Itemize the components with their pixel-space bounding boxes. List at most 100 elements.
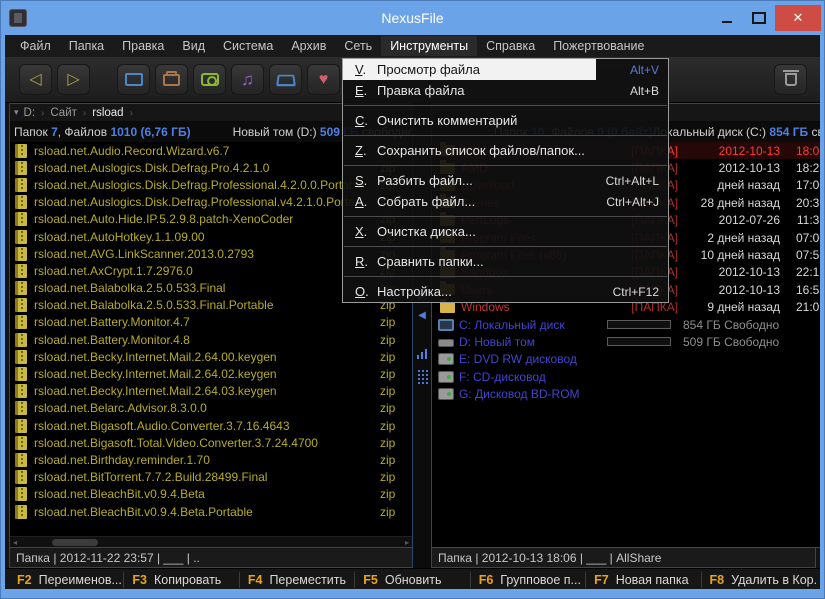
back-button[interactable]: ◁ [19,64,52,95]
menu-item-x[interactable]: X. Очистка диска... [343,221,668,242]
breadcrumb-item[interactable]: D: [24,107,36,119]
file-row[interactable]: rsload.net.Becky.Internet.Mail.2.64.03.k… [10,383,412,400]
zip-file-icon [15,212,27,227]
menu-item-label: C. Очистить комментарий [355,113,518,128]
menubar-item-система[interactable]: Система [214,36,282,56]
splitter-chart-icon[interactable] [417,349,427,359]
breadcrumb-item[interactable]: rsload [92,107,123,119]
menu-item-c[interactable]: C. Очистить комментарий [343,110,668,131]
file-name: rsload.net.Auslogics.Disk.Defrag.Profess… [34,177,365,192]
breadcrumb-separator: › [82,107,87,119]
menubar-item-папка[interactable]: Папка [60,36,113,56]
menubar-item-сеть[interactable]: Сеть [335,36,381,56]
folder-date: 10 дней назад [700,248,781,263]
drive-free-space: 854 ГБ Свободно [683,317,780,332]
file-row[interactable]: rsload.net.Becky.Internet.Mail.2.64.00.k… [10,348,412,365]
drive-row[interactable]: C: Локальный диск 854 ГБ Свободно [432,316,820,333]
drive-case-icon [275,74,296,86]
menu-item-o[interactable]: O. Настройка... Ctrl+F12 [343,281,668,302]
disc-icon [438,388,454,401]
favorites-button[interactable]: ♥ [307,64,340,95]
drive-label: G: Дисковод BD-ROM [459,387,580,402]
drive-case-button[interactable] [269,64,302,95]
menubar-item-архив[interactable]: Архив [282,36,335,56]
minimize-button[interactable] [711,5,743,31]
file-ext: zip [380,435,396,450]
menu-separator [344,131,667,136]
file-row[interactable]: rsload.net.Becky.Internet.Mail.2.64.02.k… [10,365,412,382]
fkey-f8[interactable]: F8 Удалить в Кор... [700,572,816,588]
fkey-f6[interactable]: F6 Групповое п... [469,572,585,588]
menu-item-a[interactable]: A. Собрать файл... Ctrl+Alt+J [343,191,668,212]
menubar-item-справка[interactable]: Справка [477,36,544,56]
fkey-f5[interactable]: F5 Обновить [354,572,469,588]
scroll-right-icon[interactable]: ▸ [402,537,412,547]
file-name: rsload.net.AutoHotkey.1.1.09.00 [34,229,205,244]
pictures-button[interactable] [193,64,226,95]
info-segment: , Файлов [57,125,111,139]
drive-row[interactable]: F: CD-дисковод [432,368,820,385]
splitter-grip-icon[interactable] [416,369,428,384]
folders-button[interactable] [155,64,188,95]
menu-item-r[interactable]: R. Сравнить папки... [343,251,668,272]
file-name: rsload.net.Becky.Internet.Mail.2.64.00.k… [34,349,277,364]
folder-time: 22:18 [796,265,820,280]
menu-item-e[interactable]: E. Правка файла Alt+B [343,80,668,101]
menu-item-shortcut: Alt+V [629,62,659,77]
menubar-item-правка[interactable]: Правка [113,36,173,56]
fkey-f2[interactable]: F2 Переименов... [9,572,123,588]
back-icon: ◁ [29,70,42,88]
fkey-key: F4 [247,573,263,587]
menubar-item-вид[interactable]: Вид [173,36,214,56]
file-row[interactable]: rsload.net.Birthday.reminder.1.70 zip [10,451,412,468]
menu-item-label: E. Правка файла [355,83,465,98]
info-segment: Новый том (D:) [232,125,320,139]
menu-separator [344,272,667,277]
fkey-f7[interactable]: F7 Новая папка [585,572,700,588]
file-row[interactable]: rsload.net.Belarc.Advisor.8.3.0.0 zip [10,400,412,417]
window-title: NexusFile [381,10,444,26]
fkey-f3[interactable]: F3 Копировать [123,572,238,588]
file-row[interactable]: rsload.net.BleachBit.v0.9.4.Beta zip [10,486,412,503]
drive-row[interactable]: G: Дисковод BD-ROM [432,385,820,402]
chevron-down-icon[interactable]: ▾ [14,107,19,118]
zip-file-icon [15,143,27,158]
menu-item-v[interactable]: V. Просмотр файла Alt+V [343,59,668,80]
drive-row[interactable]: D: Новый том 509 ГБ Свободно [432,333,820,350]
scroll-left-icon[interactable]: ◂ [10,537,20,547]
zip-file-icon [15,263,27,278]
menubar-item-инструменты[interactable]: Инструменты [381,36,478,56]
file-row[interactable]: rsload.net.Bigasoft.Total.Video.Converte… [10,434,412,451]
close-button[interactable]: ✕ [775,5,821,31]
file-row[interactable]: rsload.net.Battery.Monitor.4.8 zip [10,331,412,348]
menu-item-key: O. [355,284,369,299]
drive-row[interactable]: E: DVD RW дисковод [432,351,820,368]
maximize-button[interactable] [743,5,775,31]
trash-button[interactable] [774,64,807,95]
file-row[interactable]: rsload.net.Battery.Monitor.4.7 zip [10,314,412,331]
zip-file-icon [15,349,27,364]
zip-file-icon [15,452,27,467]
fkey-f4[interactable]: F4 Переместить [238,572,354,588]
file-row[interactable]: rsload.net.BleachBit.v0.9.4.Beta.Portabl… [10,503,412,520]
splitter-left-icon[interactable]: ◀ [418,310,426,321]
file-row[interactable]: rsload.net.Bigasoft.Audio.Converter.3.7.… [10,417,412,434]
music-button[interactable]: ♫ [231,64,264,95]
breadcrumb-item[interactable]: Сайт [50,107,77,119]
file-name: rsload.net.Birthday.reminder.1.70 [34,452,210,467]
folder-date: 9 дней назад [707,300,781,315]
folder-date: дней назад [717,178,781,193]
file-row[interactable]: rsload.net.BitTorrent.7.7.2.Build.28499.… [10,469,412,486]
file-name: rsload.net.Bigasoft.Audio.Converter.3.7.… [34,418,290,433]
horizontal-scrollbar[interactable]: ◂ ▸ [10,536,412,547]
drive-label: C: Локальный диск [459,317,565,332]
menu-item-z[interactable]: Z. Сохранить список файлов/папок... [343,140,668,161]
menubar-item-пожертвование[interactable]: Пожертвование [544,36,653,56]
desktop-button[interactable] [117,64,150,95]
forward-button[interactable]: ▷ [57,64,90,95]
menubar-item-файл[interactable]: Файл [11,36,60,56]
menu-item-s[interactable]: S. Разбить файл... Ctrl+Alt+L [343,170,668,191]
scrollbar-thumb[interactable] [52,539,98,546]
file-name: rsload.net.Auslogics.Disk.Defrag.Profess… [34,195,365,210]
fkey-key: F5 [363,573,378,587]
